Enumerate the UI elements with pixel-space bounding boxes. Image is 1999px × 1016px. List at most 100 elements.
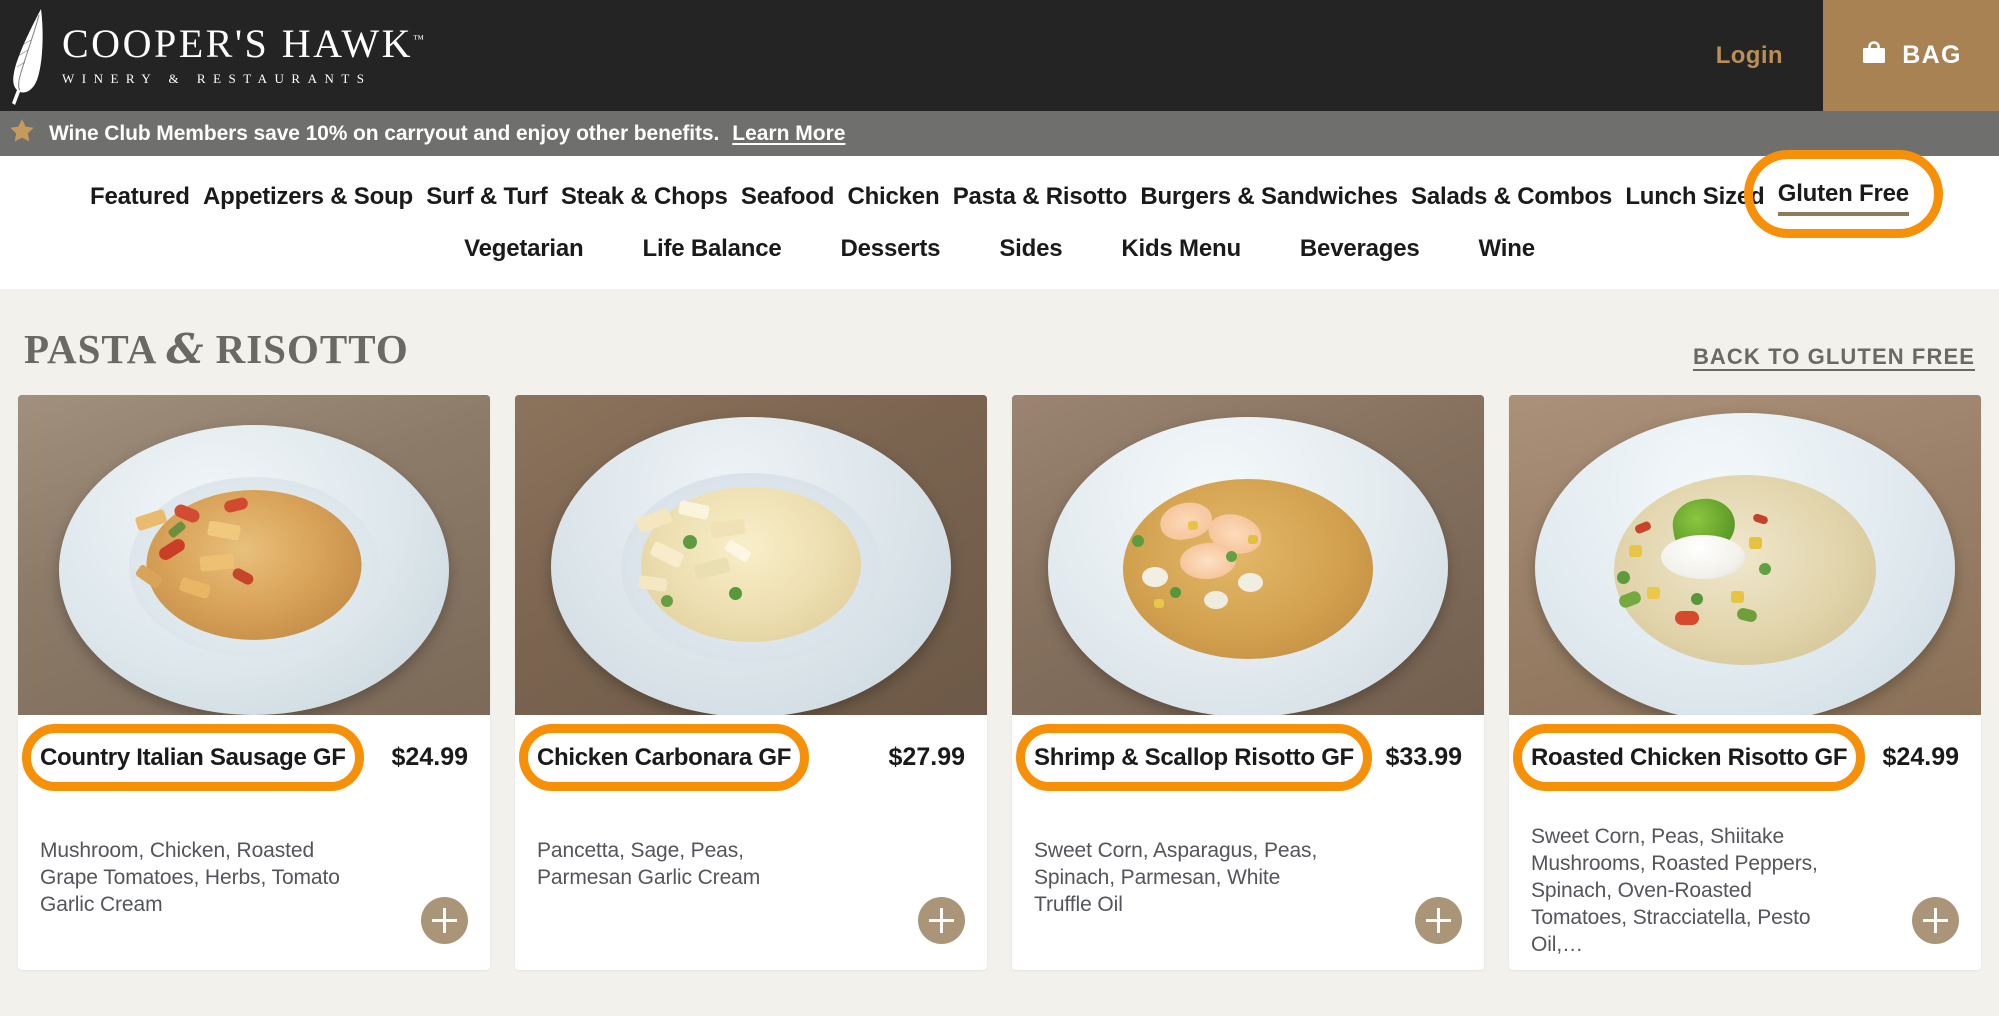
menu-item-photo-shrimp-scallop-risotto[interactable] (1012, 395, 1484, 715)
login-button[interactable]: Login (1676, 0, 1823, 111)
menu-item-name[interactable]: Chicken Carbonara GF (519, 723, 810, 791)
add-to-bag-button[interactable] (1415, 897, 1462, 944)
nav-label: Gluten Free (1777, 180, 1909, 207)
header-actions: Login BAG (1676, 0, 1999, 111)
login-label: Login (1715, 41, 1783, 69)
menu-item-card[interactable]: Shrimp & Scallop Risotto GF $33.99 Sweet… (1012, 395, 1484, 970)
learn-more-link[interactable]: Learn More (732, 122, 845, 146)
plus-icon (1437, 908, 1440, 933)
star-icon (8, 117, 36, 150)
nav-label: Appetizers & Soup (203, 183, 413, 210)
nav-item-surf-turf[interactable]: Surf & Turf (426, 181, 548, 213)
page-title-part2: RISOTTO (204, 326, 409, 372)
nav-item-desserts[interactable]: Desserts (841, 233, 941, 265)
nav-label: Beverages (1299, 235, 1420, 262)
menu-item-description: Pancetta, Sage, Peas, Parmesan Garlic Cr… (537, 839, 761, 889)
nav-label: Featured (90, 183, 190, 210)
menu-item-name[interactable]: Country Italian Sausage GF (22, 723, 364, 791)
page-title: PASTA & RISOTTO (24, 325, 409, 373)
nav-label: Seafood (740, 183, 835, 210)
menu-item-card[interactable]: Roasted Chicken Risotto GF $24.99 Sweet … (1509, 395, 1981, 970)
nav-item-life-balance[interactable]: Life Balance (643, 233, 782, 265)
plus-icon (1934, 908, 1937, 933)
menu-item-price: $24.99 (1882, 743, 1959, 771)
nav-item-steak-chops[interactable]: Steak & Chops (561, 181, 728, 213)
nav-item-featured[interactable]: Featured (90, 181, 190, 213)
nav-item-wine[interactable]: Wine (1478, 233, 1536, 265)
nav-item-burgers-sandwiches[interactable]: Burgers & Sandwiches (1140, 181, 1398, 213)
site-header: COOPER'S HAWK™ WINERY & RESTAURANTS Logi… (0, 0, 1999, 111)
logo-name: COOPER'S HAWK (62, 21, 413, 66)
nav-label: Kids Menu (1121, 235, 1241, 262)
menu-item-name-text: Country Italian Sausage GF (40, 743, 346, 771)
nav-label: Desserts (840, 235, 941, 262)
nav-item-lunch-sized[interactable]: Lunch Sized (1625, 181, 1764, 213)
menu-category-nav: Featured Appetizers & Soup Surf & Turf S… (0, 150, 1999, 289)
nav-item-salads-combos[interactable]: Salads & Combos (1411, 181, 1612, 213)
menu-item-description: Sweet Corn, Asparagus, Peas, Spinach, Pa… (1034, 839, 1318, 916)
section-header: PASTA & RISOTTO BACK TO GLUTEN FREE (18, 289, 1981, 395)
nav-item-pasta-risotto[interactable]: Pasta & Risotto (953, 181, 1128, 213)
menu-item-photo-roasted-chicken-risotto[interactable] (1509, 395, 1981, 715)
nav-row-secondary: Vegetarian Life Balance Desserts Sides K… (0, 233, 1999, 265)
menu-item-description: Sweet Corn, Peas, Shiitake Mushrooms, Ro… (1531, 825, 1818, 956)
menu-item-details: Shrimp & Scallop Risotto GF $33.99 Sweet… (1012, 715, 1484, 970)
promo-message: Wine Club Members save 10% on carryout a… (49, 121, 720, 145)
nav-label: Burgers & Sandwiches (1140, 183, 1398, 210)
add-to-bag-button[interactable] (918, 897, 965, 944)
nav-item-vegetarian[interactable]: Vegetarian (464, 233, 584, 265)
menu-item-card[interactable]: Chicken Carbonara GF $27.99 Pancetta, Sa… (515, 395, 987, 970)
nav-label: Wine (1478, 235, 1536, 262)
nav-item-seafood[interactable]: Seafood (741, 181, 834, 213)
bag-button[interactable]: BAG (1823, 0, 1999, 111)
nav-label: Surf & Turf (426, 183, 548, 210)
add-to-bag-button[interactable] (421, 897, 468, 944)
brand-logo[interactable]: COOPER'S HAWK™ WINERY & RESTAURANTS (0, 0, 424, 111)
menu-item-photo-chicken-carbonara[interactable] (515, 395, 987, 715)
menu-item-title-row: Roasted Chicken Risotto GF $24.99 (1513, 715, 1959, 791)
menu-item-price: $24.99 (391, 743, 468, 771)
menu-item-price: $27.99 (888, 743, 965, 771)
nav-item-chicken[interactable]: Chicken (847, 181, 939, 213)
shopping-bag-icon (1860, 39, 1888, 72)
nav-label: Lunch Sized (1625, 183, 1765, 210)
nav-row-primary: Featured Appetizers & Soup Surf & Turf S… (0, 150, 1999, 238)
back-to-gluten-free-link[interactable]: BACK TO GLUTEN FREE (1693, 344, 1975, 373)
nav-label: Vegetarian (464, 235, 584, 262)
menu-item-name[interactable]: Roasted Chicken Risotto GF (1513, 723, 1866, 791)
menu-item-details: Country Italian Sausage GF $24.99 Mushro… (18, 715, 490, 970)
add-to-bag-button[interactable] (1912, 897, 1959, 944)
menu-item-photo-penne-pasta[interactable] (18, 395, 490, 715)
logo-trademark: ™ (412, 33, 424, 46)
nav-label: Steak & Chops (560, 183, 728, 210)
nav-label: Chicken (847, 183, 940, 210)
promo-banner: Wine Club Members save 10% on carryout a… (0, 111, 1999, 156)
menu-item-title-row: Shrimp & Scallop Risotto GF $33.99 (1016, 715, 1462, 791)
menu-item-name-text: Shrimp & Scallop Risotto GF (1034, 743, 1354, 771)
menu-item-details: Chicken Carbonara GF $27.99 Pancetta, Sa… (515, 715, 987, 970)
menu-item-grid: Country Italian Sausage GF $24.99 Mushro… (18, 395, 1981, 970)
menu-item-details: Roasted Chicken Risotto GF $24.99 Sweet … (1509, 715, 1981, 970)
page-title-part1: PASTA (24, 326, 167, 372)
menu-item-name-text: Roasted Chicken Risotto GF (1531, 743, 1848, 771)
page-title-ampersand: & (166, 325, 205, 373)
menu-item-description: Mushroom, Chicken, Roasted Grape Tomatoe… (40, 839, 340, 916)
nav-label: Life Balance (642, 235, 782, 262)
plus-icon (443, 908, 446, 933)
menu-item-name-text: Chicken Carbonara GF (537, 743, 792, 771)
bag-label: BAG (1902, 41, 1962, 69)
nav-item-gluten-free[interactable]: Gluten Free (1743, 150, 1943, 238)
feather-icon (8, 6, 52, 106)
nav-item-beverages[interactable]: Beverages (1300, 233, 1420, 265)
menu-item-card[interactable]: Country Italian Sausage GF $24.99 Mushro… (18, 395, 490, 970)
plus-icon (940, 908, 943, 933)
logo-tagline: WINERY & RESTAURANTS (62, 71, 372, 86)
nav-item-sides[interactable]: Sides (999, 233, 1062, 265)
menu-item-name[interactable]: Shrimp & Scallop Risotto GF (1016, 723, 1372, 791)
nav-label: Salads & Combos (1411, 183, 1613, 210)
nav-label: Sides (999, 235, 1063, 262)
logo-wordmark: COOPER'S HAWK™ (62, 24, 424, 64)
menu-item-title-row: Chicken Carbonara GF $27.99 (519, 715, 965, 791)
nav-item-appetizers-soup[interactable]: Appetizers & Soup (203, 181, 413, 213)
nav-item-kids-menu[interactable]: Kids Menu (1121, 233, 1241, 265)
